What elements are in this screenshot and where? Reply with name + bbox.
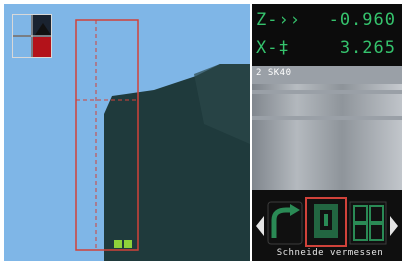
tool-stripe-top: [252, 84, 402, 90]
view-thumbnail[interactable]: [12, 14, 52, 58]
z-axis-row: Z-›› -0.960: [252, 10, 402, 36]
app-frame: Z-›› -0.960 X-‡ 3.265 2 SK40 Schneide ve…: [0, 0, 406, 265]
x-axis-row: X-‡ 3.265: [252, 38, 402, 64]
left-arrow-softkey-icon: [256, 216, 264, 236]
grid-softkey-icon: [349, 201, 387, 245]
measure-tool-softkey-icon: [305, 197, 347, 247]
tool-panel: 2 SK40: [252, 66, 402, 190]
softkey-bar: Schneide vermessen: [252, 190, 402, 261]
x-axis-value: 3.265: [339, 38, 396, 58]
marker-left: [114, 240, 122, 248]
view-thumbnail-icon: [13, 15, 51, 57]
tool-stripe-mid: [252, 94, 402, 116]
tool-stripe-bottom: [252, 120, 402, 190]
z-axis-label: Z-››: [256, 10, 301, 30]
softkey-caption: Schneide vermessen: [276, 248, 384, 258]
right-arrow-softkey-icon: [390, 216, 398, 236]
marker-right: [124, 240, 132, 248]
position-readout: Z-›› -0.960 X-‡ 3.265: [252, 4, 402, 66]
x-axis-label: X-‡: [256, 38, 290, 58]
curved-arrow-softkey-icon: [267, 201, 303, 245]
simulation-viewport[interactable]: [4, 4, 250, 261]
z-axis-value: -0.960: [328, 10, 396, 30]
tool-label: 2 SK40: [256, 68, 292, 78]
